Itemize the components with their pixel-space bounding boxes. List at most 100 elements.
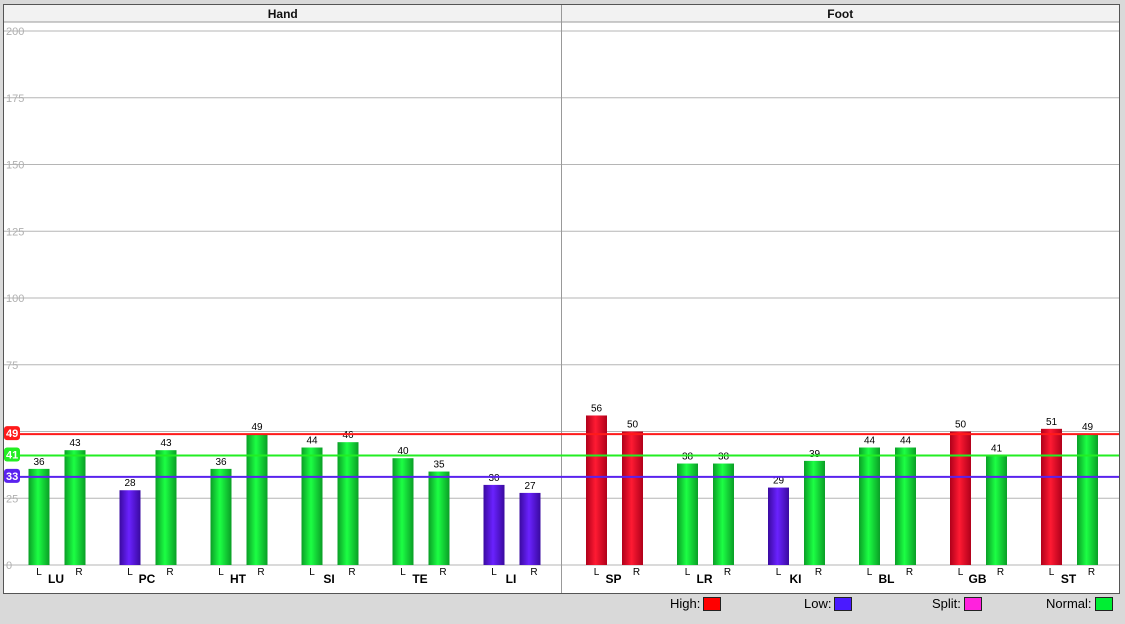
data-label: 35 [433, 460, 445, 471]
data-label: 56 [591, 403, 603, 414]
bar-st-l [1041, 428, 1062, 565]
bar-gb-r [986, 455, 1007, 565]
side-label: R [1088, 567, 1095, 578]
y-tick-label: 175 [6, 93, 24, 105]
legend-swatch [834, 596, 853, 611]
side-label: L [776, 567, 782, 578]
bar-pc-l [119, 490, 141, 565]
bar-sp-l [586, 415, 607, 565]
side-label: L [309, 567, 315, 578]
y-tick-label: 150 [6, 160, 24, 172]
side-label: R [439, 567, 446, 578]
data-label: 49 [1082, 422, 1094, 433]
data-label: 51 [1046, 417, 1058, 428]
side-label: R [997, 567, 1004, 578]
legend-item-low: Low: [804, 596, 853, 611]
data-label: 50 [955, 420, 967, 431]
side-label: L [400, 567, 406, 578]
meridian-label-ki: KI [790, 572, 802, 586]
legend-swatch [963, 596, 982, 611]
meridian-label-lu: LU [48, 572, 64, 586]
data-label: 43 [160, 438, 172, 449]
legend-label: High: [670, 596, 701, 611]
bar-gb-l [950, 431, 971, 565]
y-tick-label: 200 [6, 26, 24, 38]
bar-si-l [301, 447, 323, 565]
side-label: R [257, 567, 264, 578]
reference-value-low: 33 [6, 471, 18, 483]
side-label: R [75, 567, 82, 578]
bar-bl-l [859, 447, 880, 565]
side-label: L [491, 567, 497, 578]
meridian-label-te: TE [412, 572, 427, 586]
data-label: 38 [682, 452, 694, 463]
y-tick-label: 100 [6, 293, 24, 305]
legend-item-high: High: [670, 596, 722, 611]
bar-te-r [428, 471, 450, 565]
side-label: R [724, 567, 731, 578]
side-label: L [36, 567, 42, 578]
legend-item-split: Split: [932, 596, 982, 611]
data-label: 41 [991, 444, 1003, 455]
data-label: 36 [215, 457, 227, 468]
bar-li-l [483, 484, 505, 565]
meridian-label-st: ST [1061, 572, 1077, 586]
bar-lu-r [64, 450, 86, 565]
data-label: 36 [33, 457, 45, 468]
legend-swatch [1094, 596, 1113, 611]
meridian-label-ht: HT [230, 572, 247, 586]
side-label: L [958, 567, 964, 578]
meridian-label-li: LI [506, 572, 517, 586]
data-label: 39 [809, 449, 821, 460]
legend-item-normal: Normal: [1046, 596, 1113, 611]
bar-li-r [519, 492, 541, 565]
bar-ki-l [768, 487, 789, 565]
section-header: Foot [827, 7, 853, 21]
data-label: 38 [718, 452, 730, 463]
bar-te-l [392, 458, 414, 565]
bar-bl-r [895, 447, 916, 565]
side-label: L [594, 567, 600, 578]
data-label: 44 [900, 436, 912, 447]
bar-st-r [1077, 434, 1098, 565]
side-label: L [867, 567, 873, 578]
bar-ht-r [246, 434, 268, 565]
side-label: L [127, 567, 133, 578]
meridian-label-lr: LR [697, 572, 713, 586]
meridian-label-bl: BL [879, 572, 895, 586]
side-label: R [348, 567, 355, 578]
legend-label: Low: [804, 596, 832, 611]
data-label: 44 [306, 436, 318, 447]
meridian-label-pc: PC [139, 572, 156, 586]
data-label: 27 [524, 481, 536, 492]
legend-swatch [703, 596, 722, 611]
data-label: 49 [251, 422, 263, 433]
bar-chart: 0 25 50 75 100 125 150 175 200 Hand 36 L 43 R LU 28 L 43 R… [4, 5, 1119, 593]
bar-pc-r [155, 450, 177, 565]
reference-value-high: 49 [6, 428, 18, 440]
y-tick-label: 75 [6, 360, 18, 372]
legend-label: Split: [932, 596, 961, 611]
meridian-label-sp: SP [605, 572, 621, 586]
data-label: 46 [342, 430, 354, 441]
bar-sp-r [622, 431, 643, 565]
data-label: 28 [124, 478, 136, 489]
legend: High: Low: Split: Normal: [0, 594, 1125, 622]
y-tick-label: 25 [6, 493, 18, 505]
meridian-label-si: SI [323, 572, 334, 586]
y-tick-label: 125 [6, 226, 24, 238]
reference-value-normal: 41 [6, 450, 18, 462]
bar-lu-l [28, 468, 50, 565]
legend-label: Normal: [1046, 596, 1092, 611]
side-label: R [530, 567, 537, 578]
data-label: 43 [69, 438, 81, 449]
side-label: R [815, 567, 822, 578]
section-header: Hand [268, 7, 298, 21]
side-label: R [633, 567, 640, 578]
side-label: L [685, 567, 691, 578]
side-label: L [1049, 567, 1055, 578]
data-label: 30 [488, 473, 500, 484]
data-label: 50 [627, 420, 639, 431]
data-label: 44 [864, 436, 876, 447]
bar-ht-l [210, 468, 232, 565]
